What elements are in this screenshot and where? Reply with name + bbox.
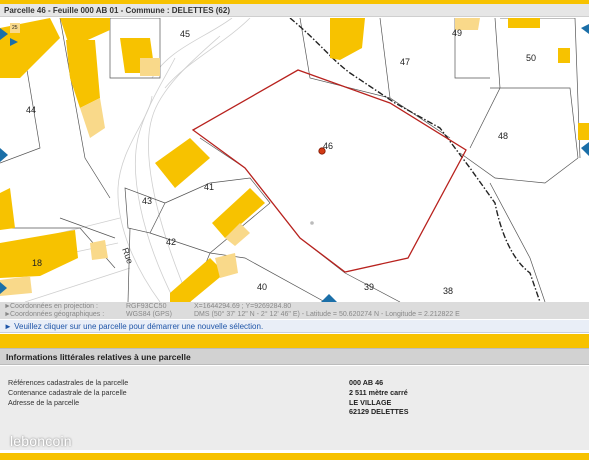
yellow-separator (0, 334, 589, 348)
leboncoin-watermark: leboncoin (10, 433, 72, 449)
parcel-label-46: 46 (323, 141, 333, 151)
parcel-label: 47 (400, 57, 410, 67)
parcel-label: 44 (26, 105, 36, 115)
street-label: Rue (120, 246, 135, 265)
parcel-label: 25 (12, 25, 18, 31)
parcel-label: 42 (166, 237, 176, 247)
info-value-reference: 000 AB 46 (349, 378, 384, 387)
parcel-label: 38 (443, 286, 453, 296)
projection-label: Coordonnées en projection : (10, 303, 98, 310)
parcel-label: 43 (142, 196, 152, 206)
geographic-system: WGS84 (GPS) (126, 311, 172, 318)
cadastral-map[interactable]: 45 44 49 47 50 46 48 43 41 42 18 40 39 3… (0, 18, 589, 302)
pan-east-icon[interactable] (581, 142, 589, 156)
coordinates-panel: ► Coordonnées en projection : RGF93CC50 … (0, 302, 589, 319)
arrow-icon: ► (4, 322, 15, 331)
info-value-area: 2 511 mètre carré (349, 388, 408, 397)
projection-row: ► Coordonnées en projection : RGF93CC50 … (4, 303, 589, 311)
info-label-area: Contenance cadastrale de la parcelle (8, 388, 127, 397)
parcel-label: 45 (180, 29, 190, 39)
hint-text: Veuillez cliquer sur une parcelle pour d… (14, 322, 264, 331)
parcel-label: 40 (257, 282, 267, 292)
info-label-reference: Références cadastrales de la parcelle (8, 378, 129, 387)
window-title: Parcelle 46 - Feuille 000 AB 01 - Commun… (0, 4, 589, 17)
parcel-label: 18 (32, 258, 42, 268)
buildings (0, 18, 589, 302)
parcel-info-panel: Références cadastrales de la parcelle 00… (0, 366, 589, 450)
parcel-point (310, 221, 314, 225)
pan-south-icon[interactable] (321, 294, 337, 302)
parcel-label: 41 (204, 182, 214, 192)
geographic-values: DMS (50° 37' 12" N - 2° 12' 46" E) - Lat… (194, 311, 460, 318)
selection-hint: ► Veuillez cliquer sur une parcelle pour… (0, 320, 589, 333)
geographic-label: Coordonnées géographiques : (10, 311, 105, 318)
parcel-label: 50 (526, 53, 536, 63)
projection-values: X=1644294.69 ; Y=9269284.80 (194, 303, 292, 310)
pan-west-middle-icon[interactable] (0, 148, 8, 162)
parcel-label: 48 (498, 131, 508, 141)
info-value-postcode: 62129 DELETTES (349, 407, 409, 416)
parcel-label: 49 (452, 28, 462, 38)
geographic-row: ► Coordonnées géographiques : WGS84 (GPS… (4, 311, 589, 319)
pan-east-top-icon[interactable] (581, 24, 589, 34)
info-section-title: Informations littérales relatives à une … (0, 348, 589, 365)
bottom-accent-bar (0, 453, 589, 460)
parcel-label: 39 (364, 282, 374, 292)
map-canvas[interactable]: 45 44 49 47 50 46 48 43 41 42 18 40 39 3… (0, 18, 589, 302)
info-label-address: Adresse de la parcelle (8, 398, 80, 407)
info-value-address: LE VILLAGE (349, 398, 392, 407)
projection-system: RGF93CC50 (126, 303, 167, 310)
